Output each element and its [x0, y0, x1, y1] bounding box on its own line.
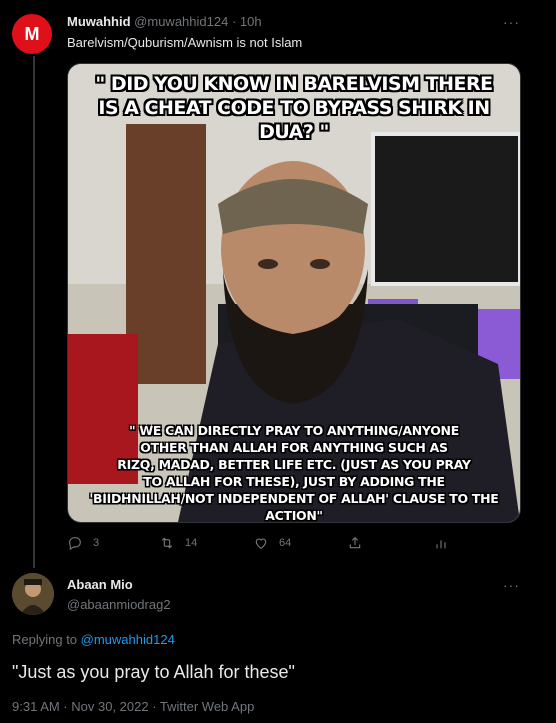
- retweet-count: 14: [185, 537, 198, 549]
- tweet-metadata[interactable]: 9:31 AM · Nov 30, 2022 · Twitter Web App: [12, 699, 254, 714]
- tweet-text: "Just as you pray to Allah for these": [12, 662, 295, 682]
- more-options-icon[interactable]: ···: [503, 577, 520, 593]
- avatar[interactable]: [12, 573, 54, 615]
- avatar[interactable]: M: [12, 14, 52, 54]
- avatar-letter: M: [24, 23, 40, 44]
- tweet-actions: 3 14 64: [67, 535, 487, 555]
- share-button[interactable]: [347, 535, 363, 551]
- more-options-icon[interactable]: ···: [503, 14, 520, 30]
- author-handle[interactable]: @abaanmiodrag2: [67, 597, 171, 612]
- analytics-button[interactable]: [433, 535, 449, 551]
- tweet-header: Muwahhid @muwahhid124 · 10h: [67, 14, 262, 29]
- like-button[interactable]: 64: [253, 535, 291, 551]
- reply-icon: [69, 537, 81, 551]
- author-handle[interactable]: @muwahhid124: [134, 14, 228, 29]
- replying-handle-link[interactable]: @muwahhid124: [81, 632, 175, 647]
- tweet-text: Barelvism/Quburism/Awnism is not Islam: [67, 35, 303, 50]
- reply-count: 3: [93, 537, 100, 549]
- retweet-button[interactable]: 14: [159, 535, 197, 551]
- like-icon: [255, 538, 267, 550]
- meme-caption-top: " DID YOU KNOW IN BARELVISM THERE IS A C…: [95, 73, 493, 143]
- reply-button[interactable]: 3: [67, 535, 99, 551]
- analytics-icon: [436, 540, 446, 549]
- retweet-icon: [161, 537, 173, 549]
- replying-to: Replying to @muwahhid124: [12, 632, 175, 647]
- author-name[interactable]: Muwahhid: [67, 14, 131, 29]
- timestamp[interactable]: 10h: [240, 14, 262, 29]
- thread-line: [33, 56, 35, 568]
- separator: ·: [231, 14, 237, 29]
- meme-caption-bottom: " WE CAN DIRECTLY PRAY TO ANYTHING/ANYON…: [89, 423, 499, 523]
- avatar-photo: [12, 573, 54, 615]
- replying-prefix: Replying to: [12, 632, 81, 647]
- tweet-media-image[interactable]: " DID YOU KNOW IN BARELVISM THERE IS A C…: [67, 63, 521, 523]
- share-icon: [349, 536, 361, 549]
- like-count: 64: [279, 537, 292, 549]
- author-name[interactable]: Abaan Mio: [67, 577, 133, 592]
